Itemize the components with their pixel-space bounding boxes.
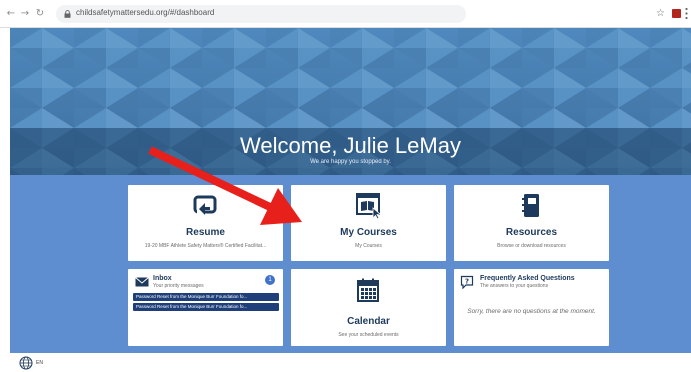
svg-text:?: ? [465, 278, 469, 286]
resources-title: Resources [505, 227, 558, 238]
inbox-card[interactable]: Inbox Your priority messages 1 Password … [128, 269, 283, 346]
inbox-message[interactable]: Password Reset from the Monique Burr Fou… [133, 303, 279, 311]
dashboard-grid: Resume 19-20 MBF Athlete Safety Matters®… [10, 175, 691, 353]
inbox-subtitle: Your priority messages [153, 283, 204, 289]
dashboard-page: ← → ↻ childsafetymattersedu.org/#/dashbo… [0, 0, 691, 372]
faq-subtitle: The answers to your questions [480, 283, 549, 289]
welcome-subtitle: We are happy you stopped by. [310, 159, 391, 165]
faq-empty-message: Sorry, there are no questions at the mom… [467, 308, 596, 315]
more-menu-icon[interactable] [685, 7, 688, 20]
my-courses-card[interactable]: My Courses My Courses [291, 185, 446, 261]
resume-return-icon [193, 195, 217, 215]
calendar-title: Calendar [347, 316, 390, 327]
resume-card[interactable]: Resume 19-20 MBF Athlete Safety Matters®… [128, 185, 283, 261]
faq-card[interactable]: ? Frequently Asked Questions The answers… [454, 269, 609, 346]
calendar-icon [357, 278, 379, 302]
footer: EN [0, 353, 691, 372]
reload-icon[interactable]: ↻ [35, 9, 45, 19]
resume-title: Resume [186, 227, 225, 238]
extension-icon[interactable] [672, 9, 681, 18]
url-text: childsafetymattersedu.org/#/dashboard [76, 8, 215, 17]
browser-toolbar: ← → ↻ childsafetymattersedu.org/#/dashbo… [0, 0, 691, 28]
calendar-subtitle: See your scheduled events [338, 332, 399, 338]
resume-subtitle: 19-20 MBF Athlete Safety Matters® Certif… [144, 243, 267, 249]
resources-subtitle: Browse or download resources [497, 243, 566, 249]
inbox-title: Inbox [153, 275, 172, 282]
back-arrow-icon[interactable]: ← [6, 9, 16, 19]
my-courses-subtitle: My Courses [355, 243, 382, 249]
language-selector[interactable]: EN [36, 360, 43, 366]
resources-card[interactable]: Resources Browse or download resources [454, 185, 609, 261]
calendar-card[interactable]: Calendar See your scheduled events [291, 269, 446, 346]
inbox-message[interactable]: Password Reset from the Monique Burr Fou… [133, 293, 279, 301]
welcome-hero: Welcome, Julie LeMay We are happy you st… [10, 28, 691, 175]
lock-icon [64, 10, 71, 18]
notebook-icon [522, 194, 539, 217]
my-courses-title: My Courses [340, 227, 397, 238]
inbox-count-badge: 1 [265, 275, 275, 285]
courses-window-icon [356, 193, 381, 219]
envelope-icon [135, 277, 149, 287]
globe-icon[interactable] [19, 356, 33, 370]
address-bar[interactable]: childsafetymattersedu.org/#/dashboard [56, 5, 466, 23]
question-bubble-icon: ? [460, 275, 474, 289]
inbox-header: Inbox Your priority messages [134, 275, 274, 289]
forward-arrow-icon[interactable]: → [20, 9, 30, 19]
faq-title: Frequently Asked Questions [480, 275, 575, 282]
welcome-title: Welcome, Julie LeMay [240, 133, 461, 158]
star-icon[interactable]: ☆ [656, 8, 665, 19]
